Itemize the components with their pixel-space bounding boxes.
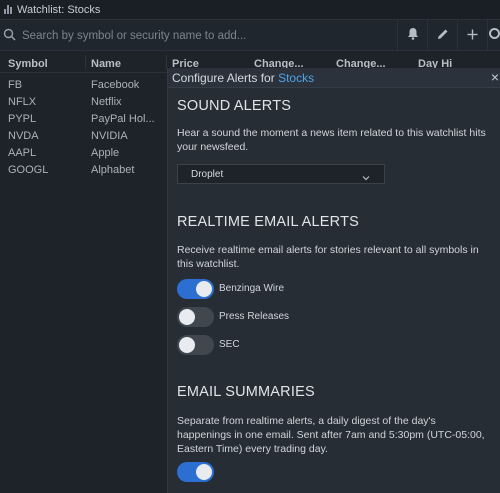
benzinga-wire-label: Benzinga Wire — [219, 283, 285, 294]
sound-alerts-description: Hear a sound the moment a news item rela… — [177, 127, 486, 153]
table-row[interactable]: PYPL PayPal Hol... — [0, 110, 170, 127]
bell-icon — [407, 27, 419, 45]
window-title: Watchlist: Stocks — [17, 3, 101, 16]
panel-header: Configure Alerts for Stocks × — [168, 68, 500, 88]
column-header-symbol[interactable]: Symbol — [8, 58, 48, 70]
bell-button[interactable] — [397, 20, 427, 51]
row-symbol: FB — [8, 79, 23, 91]
chevron-down-icon — [362, 169, 370, 187]
row-symbol: GOOGL — [8, 164, 49, 176]
window-titlebar: Watchlist: Stocks — [0, 0, 500, 20]
email-summaries-description: Separate from realtime alerts, a daily d… — [177, 415, 485, 455]
realtime-email-alerts-description: Receive realtime email alerts for storie… — [177, 244, 479, 270]
plus-icon — [467, 27, 478, 45]
row-symbol: NFLX — [8, 96, 37, 108]
row-symbol: NVDA — [8, 130, 39, 142]
row-name: PayPal Hol... — [91, 113, 155, 125]
close-icon[interactable]: × — [491, 69, 499, 85]
row-name: NVIDIA — [91, 130, 128, 142]
panel-title: Configure Alerts for Stocks — [172, 71, 314, 85]
row-name: Alphabet — [91, 164, 135, 176]
email-summaries-title: EMAIL SUMMARIES — [177, 384, 315, 400]
benzinga-wire-toggle[interactable] — [177, 279, 214, 299]
watchlist-rows: FB Facebook NFLX Netflix PYPL PayPal Hol...… — [0, 76, 170, 178]
sound-select-value: Droplet — [191, 169, 224, 180]
sec-label: SEC — [219, 339, 240, 350]
sec-toggle[interactable] — [177, 335, 214, 355]
row-symbol: PYPL — [8, 113, 37, 125]
watchlist-link[interactable]: Stocks — [278, 71, 314, 85]
row-name: Netflix — [91, 96, 122, 108]
table-row[interactable]: NFLX Netflix — [0, 93, 170, 110]
email-summaries-toggle[interactable] — [177, 462, 214, 482]
panel-title-prefix: Configure Alerts for — [172, 71, 279, 85]
press-releases-label: Press Releases — [219, 311, 290, 322]
row-name: Apple — [91, 147, 120, 159]
sound-select[interactable]: Droplet — [177, 164, 385, 184]
column-header-name[interactable]: Name — [91, 58, 121, 70]
settings-icon — [488, 27, 500, 45]
edit-button[interactable] — [427, 20, 457, 51]
realtime-email-alerts-title: REALTIME EMAIL ALERTS — [177, 214, 360, 230]
table-row[interactable]: AAPL Apple — [0, 144, 170, 161]
pencil-icon — [437, 27, 449, 45]
table-row[interactable]: FB Facebook — [0, 76, 170, 93]
row-name: Facebook — [91, 79, 140, 91]
press-releases-toggle[interactable] — [177, 307, 214, 327]
sound-alerts-title: SOUND ALERTS — [177, 98, 292, 114]
search-input[interactable] — [20, 26, 384, 46]
table-row[interactable]: NVDA NVIDIA — [0, 127, 170, 144]
configure-alerts-panel: Configure Alerts for Stocks × SOUND ALER… — [167, 68, 500, 493]
search-icon — [3, 28, 16, 46]
row-symbol: AAPL — [8, 147, 37, 159]
add-button[interactable] — [457, 20, 487, 51]
bar-chart-icon — [4, 5, 12, 14]
settings-button[interactable] — [487, 20, 500, 51]
toolbar — [0, 20, 500, 51]
table-row[interactable]: GOOGL Alphabet — [0, 161, 170, 178]
